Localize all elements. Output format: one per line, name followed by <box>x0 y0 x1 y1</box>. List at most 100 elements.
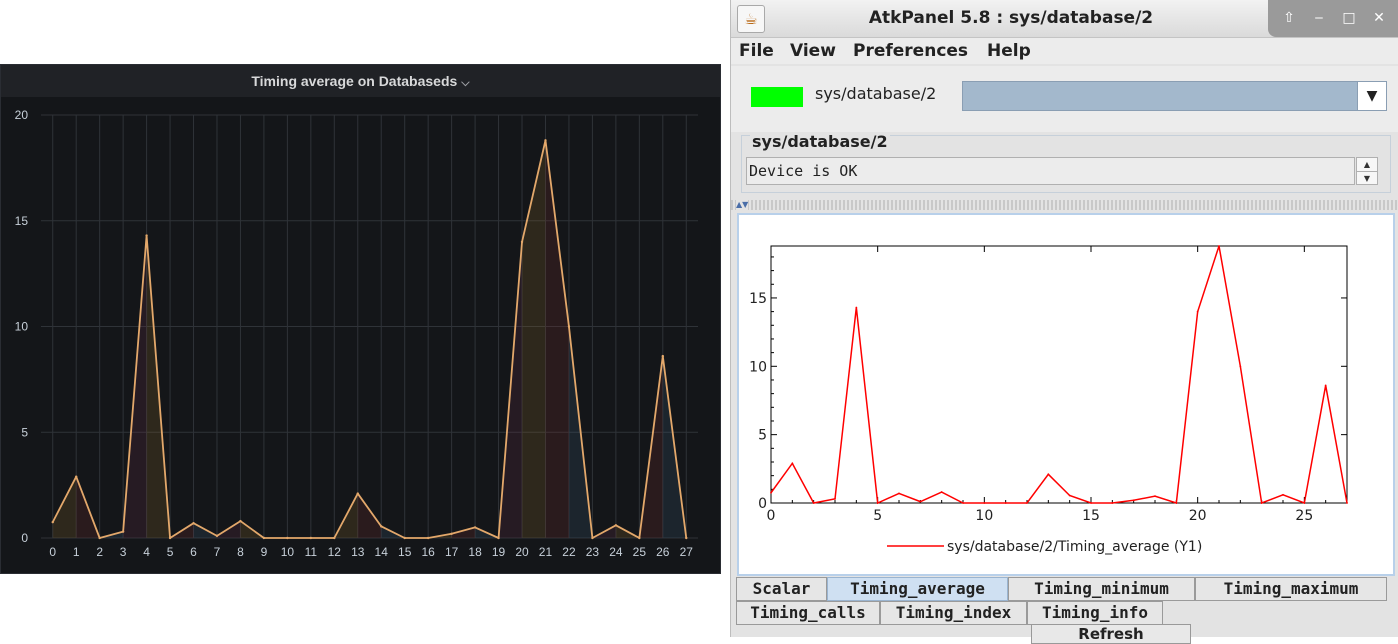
close-icon[interactable]: ✕ <box>1368 9 1390 27</box>
series-area-segment <box>522 140 546 538</box>
device-state-indicator <box>751 87 803 107</box>
shade-up-icon[interactable]: ⇧ <box>1278 9 1300 27</box>
split-pane-divider[interactable]: ▲▼ <box>731 200 1398 210</box>
maximize-icon[interactable]: □ <box>1338 9 1360 27</box>
command-combo[interactable]: ▼ <box>962 81 1387 111</box>
y-tick-label: 0 <box>21 531 28 545</box>
status-group-title: sys/database/2 <box>750 132 890 151</box>
x-tick-label: 23 <box>586 545 600 559</box>
tab-timing-average[interactable]: Timing_average <box>827 577 1008 601</box>
data-point <box>791 462 794 465</box>
scroll-up-icon[interactable]: ▲ <box>1357 158 1377 171</box>
data-point <box>473 526 477 529</box>
series-area-segment <box>545 140 569 538</box>
data-point <box>1196 310 1199 313</box>
x-tick-label: 20 <box>1189 508 1207 524</box>
atkpanel-window: ☕ AtkPanel 5.8 : sys/database/2 ⇧ ‒ □ ✕ … <box>730 0 1398 644</box>
chevron-down-icon[interactable]: ▼ <box>1357 82 1386 110</box>
data-point <box>426 536 430 540</box>
data-point <box>380 525 383 528</box>
tab-timing-minimum[interactable]: Timing_minimum <box>1008 577 1195 601</box>
data-point <box>1047 473 1050 476</box>
menu-file[interactable]: File <box>739 38 774 64</box>
data-point <box>567 325 571 328</box>
x-tick-label: 17 <box>445 545 459 559</box>
window-title: AtkPanel 5.8 : sys/database/2 <box>868 8 1154 28</box>
data-point <box>812 502 815 504</box>
x-tick-label: 16 <box>421 545 435 559</box>
data-point <box>1004 502 1007 504</box>
data-point <box>168 536 172 540</box>
data-point <box>403 536 406 540</box>
data-point <box>544 139 547 142</box>
x-tick-label: 1 <box>73 545 80 559</box>
data-point <box>834 497 836 500</box>
menu-help[interactable]: Help <box>987 38 1031 64</box>
data-point <box>962 502 964 504</box>
data-point <box>940 491 943 493</box>
status-scrollbar[interactable]: ▲ ▼ <box>1356 157 1378 185</box>
data-point <box>1175 502 1178 504</box>
refresh-button[interactable]: Refresh <box>1031 624 1191 644</box>
title-bar[interactable]: ☕ AtkPanel 5.8 : sys/database/2 ⇧ ‒ □ ✕ <box>731 0 1398 38</box>
plot-frame <box>770 245 1348 504</box>
data-point <box>876 502 879 504</box>
x-tick-label: 22 <box>562 545 576 559</box>
x-tick-label: 25 <box>633 545 647 559</box>
data-point <box>286 536 289 540</box>
tab-timing-info[interactable]: Timing_info <box>1027 601 1163 625</box>
x-tick-label: 2 <box>96 545 103 559</box>
x-tick-label: 4 <box>143 545 150 559</box>
grafana-panel-title[interactable]: Timing average on Databaseds <box>251 73 457 89</box>
data-point <box>1324 384 1327 387</box>
data-point <box>1282 493 1284 496</box>
tab-timing-maximum[interactable]: Timing_maximum <box>1195 577 1387 601</box>
data-point <box>450 532 453 535</box>
status-group: sys/database/2 Device is OK ▲ ▼ <box>741 132 1391 193</box>
x-tick-label: 26 <box>656 545 670 559</box>
x-tick-label: 0 <box>49 545 56 559</box>
data-point <box>215 534 219 538</box>
menu-preferences[interactable]: Preferences <box>853 38 968 64</box>
atk-chart[interactable]: 0510150 5 10 15 20 25sys/database/2/Timing_av… <box>739 215 1393 574</box>
x-tick-label: 27 <box>680 545 694 559</box>
x-tick-label: 13 <box>351 545 365 559</box>
x-tick-label: 5 <box>873 508 882 524</box>
chevron-down-icon[interactable]: ⌵ <box>461 77 469 89</box>
data-point <box>1346 502 1348 504</box>
tab-scalar[interactable]: Scalar <box>736 577 827 601</box>
data-point <box>1154 495 1156 498</box>
data-point <box>333 536 336 540</box>
x-tick-label: 3 <box>120 545 127 559</box>
data-point <box>192 521 195 525</box>
x-tick-label: 9 <box>261 545 268 559</box>
scroll-down-icon[interactable]: ▼ <box>1357 171 1377 185</box>
data-point <box>1111 502 1114 504</box>
window-controls: ⇧ ‒ □ ✕ <box>1268 0 1398 37</box>
x-tick-label: 15 <box>398 545 412 559</box>
data-point <box>1068 494 1071 497</box>
grafana-panel-header[interactable]: Timing average on Databaseds ⌵ <box>1 65 720 97</box>
x-tick-label: 5 <box>167 545 174 559</box>
menu-bar: File View Preferences Help <box>731 38 1398 64</box>
trend-plot-panel: 0 5 10 15 0 5 10 15 20 25 sys/database/2/Timing_av… <box>737 213 1395 576</box>
data-point <box>1239 365 1242 368</box>
y-tick-label: 5 <box>758 428 767 444</box>
minimize-icon[interactable]: ‒ <box>1308 9 1330 27</box>
data-point <box>51 520 54 524</box>
menu-view[interactable]: View <box>790 38 836 64</box>
tab-timing-index[interactable]: Timing_index <box>880 601 1027 625</box>
split-arrows-icon[interactable]: ▲▼ <box>736 200 749 210</box>
status-text-area[interactable]: Device is OK <box>746 157 1355 185</box>
series-area-segment <box>52 476 77 538</box>
y-tick-label: 10 <box>15 320 29 334</box>
data-point <box>614 524 618 527</box>
x-tick-label: 10 <box>281 545 295 559</box>
data-point <box>919 500 922 503</box>
y-tick-label: 5 <box>21 425 28 439</box>
data-point <box>983 502 986 504</box>
x-tick-label: 6 <box>190 545 197 559</box>
data-point <box>1303 502 1306 504</box>
tab-timing-calls[interactable]: Timing_calls <box>736 601 880 625</box>
data-point <box>98 536 101 540</box>
